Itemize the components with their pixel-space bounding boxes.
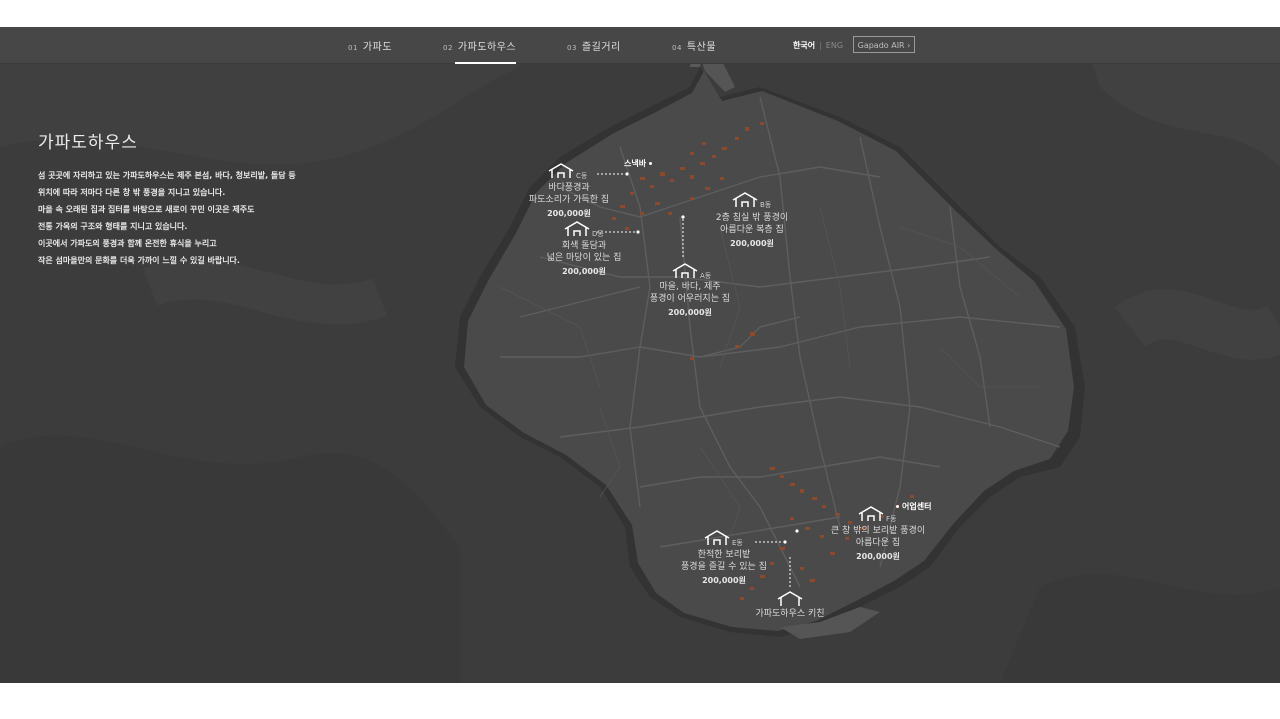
- house-icon: [858, 506, 884, 521]
- nav-item-gapado[interactable]: 01 가파도: [348, 38, 392, 53]
- house-desc-line: 아름다운 복층 집: [720, 225, 784, 235]
- description-line: 위치에 따라 저마다 다른 창 밖 풍경을 지니고 있습니다.: [38, 188, 226, 197]
- description-line: 이곳에서 가파도의 풍경과 함께 온전한 휴식을 누리고: [38, 239, 217, 248]
- house-icon: [732, 192, 758, 207]
- house-desc-line: 풍경을 즐길 수 있는 집: [681, 562, 767, 572]
- nav-item-number: 02: [443, 44, 453, 52]
- house-desc-line: 풍경이 어우러지는 집: [649, 294, 731, 304]
- poi-fishery-center-label: 어업센터: [902, 502, 932, 511]
- gapado-air-button[interactable]: Gapado AIR ›: [853, 36, 915, 53]
- lang-separator: |: [819, 41, 822, 50]
- nav-item-number: 04: [672, 44, 682, 52]
- house-price: 200,000원: [856, 552, 900, 561]
- nav-item-label: 가파도: [362, 42, 393, 53]
- house-a-marker[interactable]: A동: [672, 263, 711, 283]
- nav-item-number: 03: [567, 44, 577, 52]
- lang-english-link[interactable]: ENG: [826, 41, 843, 50]
- house-e-marker[interactable]: E동: [704, 530, 743, 550]
- house-d-marker[interactable]: D동: [564, 221, 604, 241]
- house-price: 200,000원: [562, 267, 606, 276]
- map-pin-icon: [896, 505, 899, 508]
- house-desc-line: 2층 침실 밖 풍경이: [715, 213, 789, 223]
- house-icon: [672, 263, 698, 278]
- map-pin-icon: [649, 162, 653, 165]
- house-tag: F동: [886, 515, 897, 523]
- house-desc-line: 회색 돌담과: [561, 241, 607, 251]
- house-tag: A동: [700, 272, 712, 280]
- nav-item-gapado-house[interactable]: 02 가파도하우스: [443, 38, 517, 64]
- kitchen-name: 가파도하우스 키친: [755, 609, 825, 619]
- house-c-label: 바다풍경과 파도소리가 가득한 집 200,000원: [529, 182, 609, 220]
- description-line: 섬 곳곳에 자리하고 있는 가파도하우스는 제주 본섬, 바다, 청보리밭, 돌…: [38, 171, 296, 180]
- lang-korean-link[interactable]: 한국어: [793, 41, 815, 50]
- kitchen-label: 가파도하우스 키친: [755, 608, 824, 620]
- house-icon: [704, 530, 730, 545]
- house-desc-line: 큰 창 밖의 보리밭 풍경이: [830, 526, 926, 536]
- page-description: 섬 곳곳에 자리하고 있는 가파도하우스는 제주 본섬, 바다, 청보리밭, 돌…: [38, 167, 328, 269]
- house-e-label: 한적한 보리밭 풍경을 즐길 수 있는 집 200,000원: [681, 549, 767, 587]
- house-price: 200,000원: [668, 308, 712, 317]
- house-tag: C동: [576, 172, 588, 180]
- nav-item-label: 특산물: [686, 42, 717, 53]
- house-price: 200,000원: [547, 209, 591, 218]
- house-icon: [777, 591, 803, 606]
- house-b-label: 2층 침실 밖 풍경이 아름다운 복층 집 200,000원: [716, 212, 788, 250]
- house-desc-line: 넓은 마당이 있는 집: [546, 253, 622, 263]
- description-line: 전통 가옥의 구조와 형태를 지니고 있습니다.: [38, 222, 188, 231]
- house-desc-line: 마을, 바다, 제주: [659, 282, 721, 292]
- poi-fishery-center[interactable]: 어업센터: [893, 501, 931, 512]
- description-line: 마을 속 오래된 집과 집터를 바탕으로 새로이 꾸민 이곳은 제주도: [38, 205, 255, 214]
- nav-item-label: 가파도하우스: [457, 42, 517, 53]
- house-f-label: 큰 창 밖의 보리밭 풍경이 아름다운 집 200,000원: [831, 525, 925, 563]
- house-desc-line: 바다풍경과: [548, 183, 590, 193]
- island-map: [455, 39, 1085, 639]
- language-switcher: 한국어 | ENG: [793, 40, 843, 51]
- house-desc-line: 한적한 보리밭: [697, 550, 751, 560]
- description-line: 작은 섬마을만의 문화를 더욱 가까이 느낄 수 있길 바랍니다.: [38, 256, 240, 265]
- gapado-air-label: Gapado AIR: [857, 41, 905, 50]
- house-tag: D동: [592, 230, 604, 238]
- nav-item-activities[interactable]: 03 즐길거리: [567, 38, 621, 53]
- house-a-label: 마을, 바다, 제주 풍경이 어우러지는 집 200,000원: [650, 281, 730, 319]
- house-b-marker[interactable]: B동: [732, 192, 771, 212]
- page-frame: 01 가파도 02 가파도하우스 03 즐길거리 04 특산물 한국어 | ENG Gapa…: [0, 27, 1280, 683]
- house-f-marker[interactable]: F동: [858, 506, 896, 526]
- house-d-label: 회색 돌담과 넓은 마당이 있는 집 200,000원: [547, 240, 622, 278]
- house-icon: [548, 163, 574, 178]
- house-desc-line: 파도소리가 가득한 집: [528, 195, 610, 205]
- house-price: 200,000원: [730, 239, 774, 248]
- nav-item-label: 즐길거리: [581, 42, 621, 53]
- nav-item-number: 01: [348, 44, 358, 52]
- house-icon: [564, 221, 590, 236]
- nav-item-specialties[interactable]: 04 특산물: [672, 38, 716, 53]
- house-tag: B동: [760, 201, 772, 209]
- page-title: 가파도하우스: [38, 133, 138, 153]
- house-c-marker[interactable]: C동: [548, 163, 587, 183]
- poi-snackbar[interactable]: 스낵바: [624, 158, 655, 169]
- house-desc-line: 아름다운 집: [855, 538, 901, 548]
- poi-snackbar-label: 스낵바: [624, 159, 647, 168]
- chevron-right-icon: ›: [907, 41, 911, 50]
- house-tag: E동: [732, 539, 743, 547]
- house-price: 200,000원: [702, 576, 746, 585]
- top-navigation: 01 가파도 02 가파도하우스 03 즐길거리 04 특산물 한국어 | ENG Gapa…: [0, 27, 1280, 64]
